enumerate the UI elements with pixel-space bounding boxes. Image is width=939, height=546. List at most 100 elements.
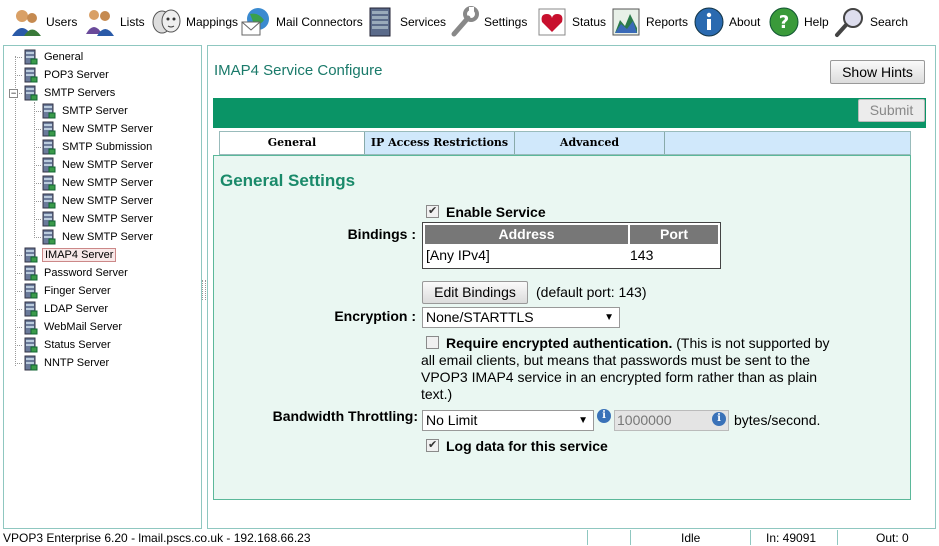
tree-connector	[15, 309, 22, 310]
require-auth-note: text.)	[421, 386, 453, 402]
tree-connector	[34, 219, 41, 220]
users-icon	[10, 6, 42, 38]
toolbar-status-button[interactable]: Status	[536, 4, 606, 40]
search-icon	[834, 6, 866, 38]
server-icon	[40, 175, 56, 191]
tree-item[interactable]: LDAP Server	[22, 300, 110, 318]
tree-item-label: New SMTP Server	[62, 159, 153, 171]
tree-item[interactable]: POP3 Server	[22, 66, 111, 84]
tree-connector	[15, 255, 22, 256]
section-title: General Settings	[220, 171, 356, 190]
tree-item[interactable]: NNTP Server	[22, 354, 111, 372]
bandwidth-throttling-label: Bandwidth Throttling:	[272, 408, 418, 424]
status-divider	[750, 530, 751, 545]
help-icon: ?	[768, 6, 800, 38]
tree-connector	[15, 273, 22, 274]
services-icon	[364, 6, 396, 38]
default-port-text: (default port: 143)	[536, 284, 647, 300]
server-icon	[22, 355, 38, 371]
tree-connector	[34, 237, 41, 238]
tree-item[interactable]: New SMTP Server	[40, 228, 155, 246]
server-icon	[22, 67, 38, 83]
toolbar-about-button[interactable]: About	[693, 4, 760, 40]
status-state: Idle	[681, 531, 701, 545]
general-settings-panel: General Settings Enable Service Bindings…	[213, 155, 911, 500]
tree-item[interactable]: New SMTP Server	[40, 156, 155, 174]
status-in-count: In: 49091	[766, 531, 817, 545]
tree-item[interactable]: New SMTP Server	[40, 192, 155, 210]
tree-item-label: New SMTP Server	[62, 213, 153, 225]
tree-item-label: SMTP Servers	[44, 87, 116, 99]
main-panel: IMAP4 Service Configure Show Hints Submi…	[207, 45, 936, 529]
show-hints-button[interactable]: Show Hints	[830, 60, 925, 84]
action-bar	[213, 98, 926, 128]
binding-address-cell: [Any IPv4]	[426, 247, 490, 263]
toolbar-search-button[interactable]: Search	[834, 4, 908, 40]
toolbar-mail-connectors-button[interactable]: Mail Connectors	[240, 4, 363, 40]
config-tabs: General IP Access Restrictions Advanced	[219, 131, 911, 155]
log-data-checkbox[interactable]	[426, 438, 439, 452]
tree-item-label: IMAP4 Server	[42, 248, 117, 262]
toolbar-users-button[interactable]: Users	[10, 4, 77, 40]
server-icon	[40, 211, 56, 227]
tree-item[interactable]: New SMTP Server	[40, 120, 155, 138]
server-icon	[40, 193, 56, 209]
status-out-count: Out: 0	[876, 531, 909, 545]
submit-button[interactable]: Submit	[858, 99, 925, 122]
tree-item[interactable]: Password Server	[22, 264, 130, 282]
require-auth-note: all email clients, but means that passwo…	[421, 352, 811, 368]
toolbar-mappings-button[interactable]: Mappings	[150, 4, 238, 40]
tab-general[interactable]: General	[220, 132, 365, 154]
bindings-label: Bindings :	[347, 226, 416, 242]
tree-item-label: General	[44, 51, 84, 63]
server-icon	[22, 265, 38, 281]
server-icon	[22, 337, 38, 353]
tree-item[interactable]: Finger Server	[22, 282, 113, 300]
require-auth-note: VPOP3 IMAP4 service in an encrypted form…	[421, 369, 818, 385]
toolbar-lists-button[interactable]: Lists	[84, 4, 145, 40]
server-icon	[22, 301, 38, 317]
tab-advanced[interactable]: Advanced	[515, 132, 665, 154]
toolbar-reports-button[interactable]: Reports	[610, 4, 688, 40]
status-divider	[630, 530, 631, 545]
encryption-select[interactable]: None/STARTTLS ▼	[422, 307, 620, 328]
main-toolbar: Users Lists Mappings Mail Connectors Ser…	[0, 0, 939, 44]
tree-item-label: WebMail Server	[44, 321, 123, 333]
mappings-icon	[150, 6, 182, 38]
enable-service-checkbox[interactable]	[426, 204, 439, 218]
reports-icon	[610, 6, 642, 38]
about-icon	[693, 6, 725, 38]
tree-item[interactable]: SMTP Server	[40, 102, 130, 120]
tree-item-label: POP3 Server	[44, 69, 109, 81]
chevron-down-icon: ▼	[578, 415, 588, 426]
edit-bindings-button[interactable]: Edit Bindings	[422, 281, 528, 304]
tree-item[interactable]: SMTP Servers	[22, 84, 117, 102]
tree-item-label: SMTP Submission	[62, 141, 153, 153]
info-icon[interactable]: i	[712, 412, 726, 426]
toolbar-settings-button[interactable]: Settings	[448, 4, 527, 40]
tree-item-label: NNTP Server	[44, 357, 110, 369]
server-icon	[22, 283, 38, 299]
info-icon[interactable]: i	[597, 409, 611, 423]
tree-item[interactable]: General	[22, 48, 85, 66]
server-icon	[40, 121, 56, 137]
tree-item[interactable]: Status Server	[22, 336, 113, 354]
toolbar-help-button[interactable]: ? Help	[768, 4, 829, 40]
bindings-table-header: Address Port	[425, 225, 718, 244]
binding-port-cell: 143	[630, 247, 654, 263]
bandwidth-throttling-select[interactable]: No Limit ▼	[422, 410, 594, 431]
tree-connector	[15, 291, 22, 292]
require-encrypted-auth-checkbox[interactable]	[426, 336, 439, 349]
toolbar-services-button[interactable]: Services	[364, 4, 446, 40]
tree-item[interactable]: IMAP4 Server	[22, 246, 117, 264]
tree-connector	[15, 363, 22, 364]
tree-item[interactable]: WebMail Server	[22, 318, 124, 336]
panel-splitter[interactable]	[202, 280, 206, 300]
server-icon	[22, 49, 38, 65]
tab-ip-access-restrictions[interactable]: IP Access Restrictions	[365, 132, 515, 154]
tree-item[interactable]: SMTP Submission	[40, 138, 154, 156]
enable-service-label: Enable Service	[446, 204, 546, 220]
tree-item[interactable]: New SMTP Server	[40, 210, 155, 228]
tree-item[interactable]: New SMTP Server	[40, 174, 155, 192]
bandwidth-unit: bytes/second.	[734, 412, 821, 428]
